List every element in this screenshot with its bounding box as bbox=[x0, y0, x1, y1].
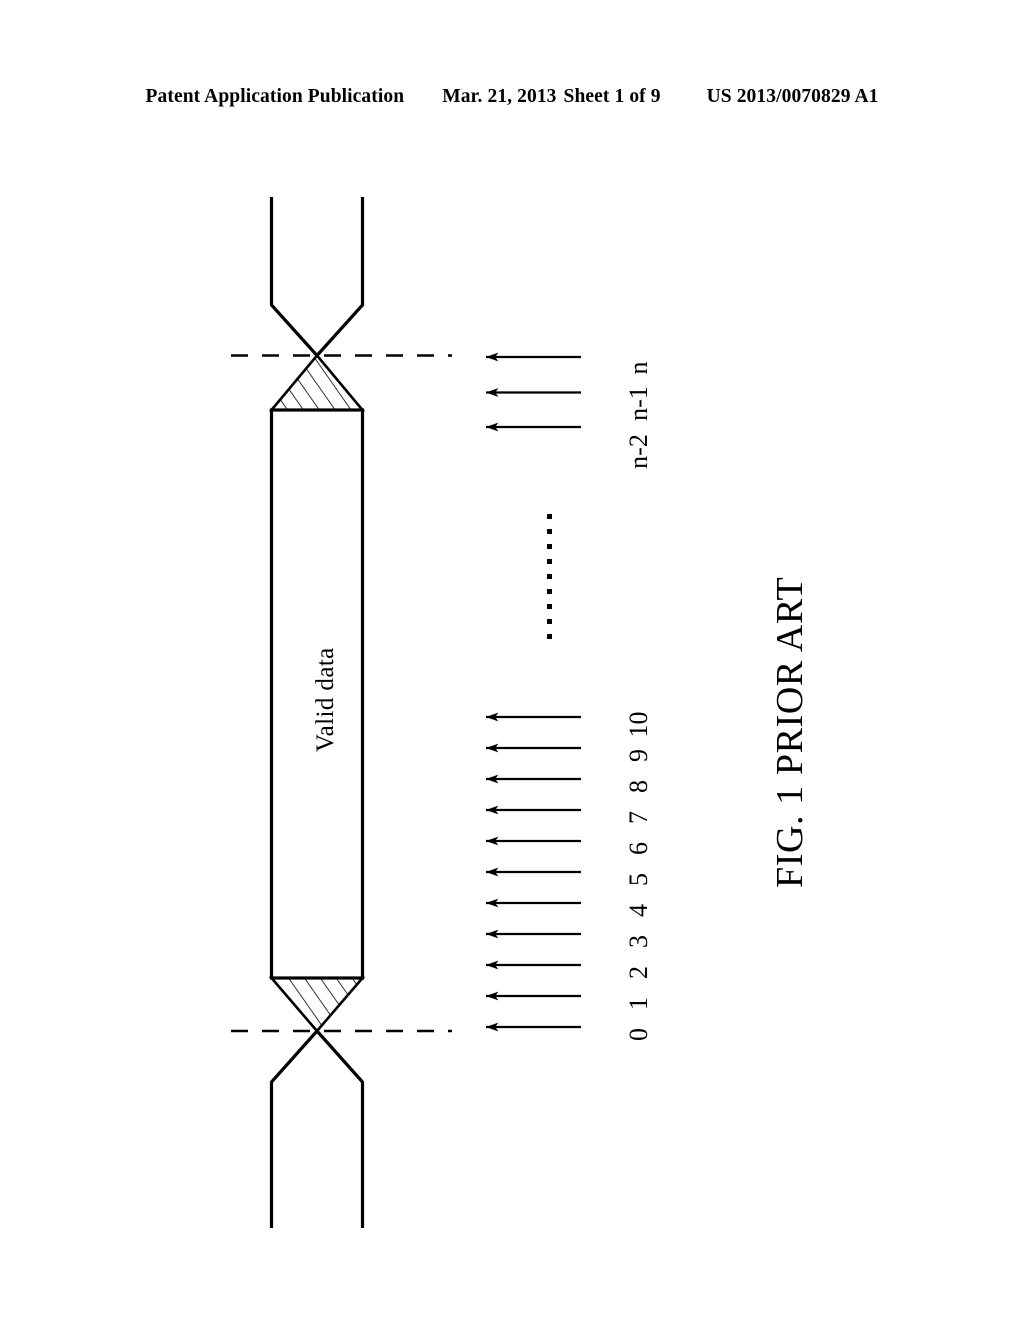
sampling-arrow-group-high bbox=[485, 352, 581, 432]
sampling-index-label: 10 bbox=[624, 711, 653, 738]
sampling-index-label: 6 bbox=[624, 842, 653, 855]
sampling-index-label: n-1 bbox=[624, 386, 653, 421]
bus-bottom-stem bbox=[269, 1029, 365, 1228]
sampling-index-label: 5 bbox=[624, 873, 653, 886]
figure-caption: FIG. 1 PRIOR ART bbox=[769, 576, 811, 888]
sampling-index-label: 9 bbox=[624, 749, 653, 762]
sampling-index-label: n bbox=[624, 361, 653, 375]
transition-region-top bbox=[268, 353, 366, 412]
sampling-index-label: 7 bbox=[624, 811, 653, 824]
bus-top-stem bbox=[269, 197, 365, 357]
valid-data-label: Valid data bbox=[312, 647, 339, 752]
sampling-arrow-group-low bbox=[485, 712, 581, 1032]
sampling-index-label: 8 bbox=[624, 780, 653, 793]
sampling-index-label: 3 bbox=[624, 935, 653, 948]
figure-svg bbox=[231, 197, 581, 1228]
sampling-index-label: 1 bbox=[624, 997, 653, 1010]
transition-region-bottom bbox=[268, 976, 366, 1033]
sampling-index-label: 2 bbox=[624, 966, 653, 979]
sampling-index-label: 0 bbox=[624, 1028, 653, 1041]
sampling-index-labels-low: 0 1 2 3 4 5 6 7 8 9 10 bbox=[624, 709, 654, 1050]
sampling-index-labels-high: n-2 n-1 n bbox=[624, 356, 654, 476]
ellipsis-dots bbox=[547, 514, 552, 639]
sampling-index-label: 4 bbox=[624, 904, 653, 917]
figure-drawing bbox=[0, 0, 1024, 1320]
sampling-index-label: n-2 bbox=[624, 434, 653, 469]
